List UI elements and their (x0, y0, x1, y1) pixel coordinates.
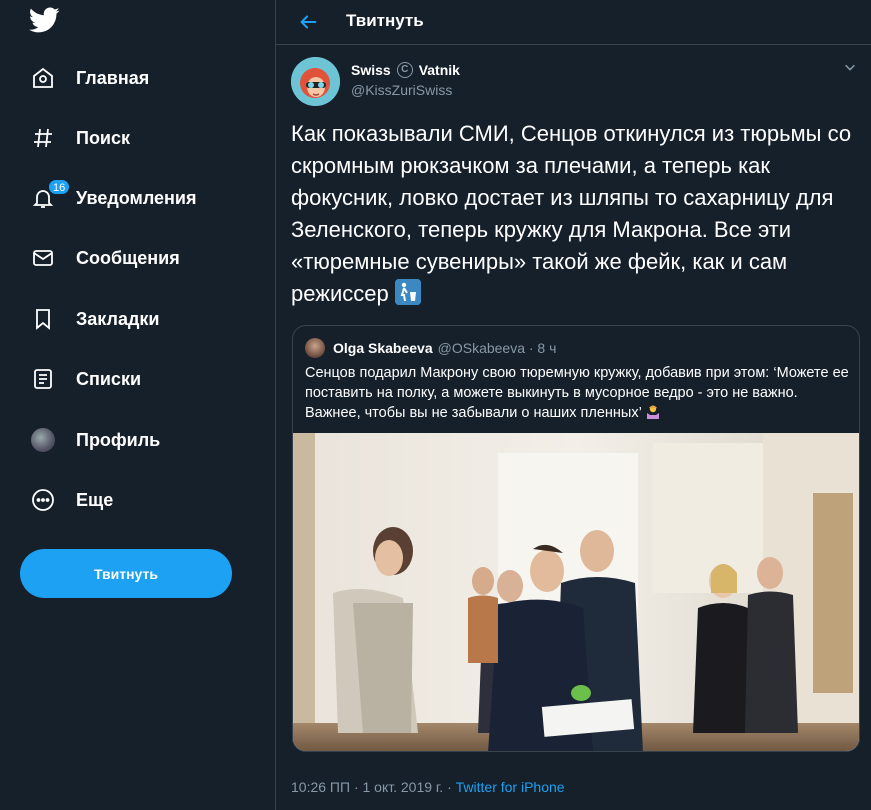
sidebar-item-messages[interactable]: Сообщения (20, 234, 180, 282)
quote-header: Olga Skabeeva @OSkabeeva · 8 ч (305, 338, 556, 358)
sidebar-item-bookmarks[interactable]: Закладки (20, 295, 159, 343)
sidebar-item-label: Еще (76, 489, 114, 510)
main-column: Твитнуть Swiss C Vatnik @KissZuriSwiss К… (275, 0, 871, 810)
sidebar-item-profile[interactable]: Профиль (20, 416, 160, 464)
tweet-metadata: 10:26 ПП · 1 окт. 2019 г. · Twitter for … (291, 779, 565, 795)
author-name[interactable]: Swiss C Vatnik (351, 62, 460, 78)
avatar (30, 427, 56, 453)
quote-author-name: Olga Skabeeva (333, 340, 433, 356)
author-avatar[interactable] (291, 57, 340, 106)
sidebar-item-home[interactable]: Главная (20, 54, 149, 102)
sidebar-item-label: Сообщения (76, 247, 180, 268)
quote-body: Сенцов подарил Макрону свою тюремную кру… (305, 365, 849, 421)
quote-photo[interactable] (293, 433, 859, 751)
author-name-part: Vatnik (418, 62, 460, 78)
twitter-bird-icon[interactable] (28, 4, 62, 38)
tweet-button[interactable]: Твитнуть (20, 549, 232, 598)
sidebar-item-label: Уведомления (76, 187, 197, 208)
page-title: Твитнуть (346, 11, 424, 30)
author-handle[interactable]: @KissZuriSwiss (351, 82, 452, 98)
tweet-text: Как показывали СМИ, Сенцов откинулся из … (291, 118, 861, 310)
notification-badge: 16 (48, 179, 71, 195)
woman-shrugging-icon (645, 404, 661, 420)
tweet-timestamp[interactable]: 10:26 ПП · 1 окт. 2019 г. · (291, 779, 456, 795)
sidebar-item-label: Списки (76, 368, 142, 389)
sidebar-item-label: Закладки (76, 308, 160, 329)
page-header: Твитнуть (276, 0, 871, 45)
sidebar-item-label: Поиск (76, 127, 131, 148)
sidebar-item-label: Профиль (76, 429, 161, 450)
tweet-source-link[interactable]: Twitter for iPhone (456, 779, 565, 795)
more-icon (30, 487, 56, 513)
back-arrow-icon[interactable] (294, 8, 322, 36)
tweet-body: Как показывали СМИ, Сенцов откинулся из … (291, 121, 852, 306)
copyright-icon: C (396, 62, 413, 78)
hashtag-icon (30, 125, 56, 151)
sidebar-item-more[interactable]: Еще (20, 476, 113, 524)
chevron-down-icon[interactable] (843, 60, 859, 76)
sidebar-item-notifications[interactable]: 16 Уведомления (20, 174, 197, 222)
sidebar-item-explore[interactable]: Поиск (20, 114, 130, 162)
bell-icon: 16 (30, 179, 71, 211)
sidebar-item-lists[interactable]: Списки (20, 355, 141, 403)
sidebar-item-label: Главная (76, 67, 150, 88)
bookmark-icon (30, 306, 56, 332)
envelope-icon (30, 245, 56, 271)
list-icon (30, 366, 56, 392)
author-name-part: Swiss (351, 62, 391, 78)
quote-author-handle: @OSkabeeva · 8 ч (437, 340, 557, 356)
quote-avatar (305, 338, 325, 358)
quote-text: Сенцов подарил Макрону свою тюремную кру… (305, 363, 853, 423)
home-icon (30, 65, 56, 91)
put-litter-in-its-place-icon (394, 279, 421, 305)
sidebar: Главная Поиск 16 Уведомления Сообщения З… (0, 0, 275, 810)
quoted-tweet[interactable]: Olga Skabeeva @OSkabeeva · 8 ч Сенцов по… (292, 325, 860, 752)
